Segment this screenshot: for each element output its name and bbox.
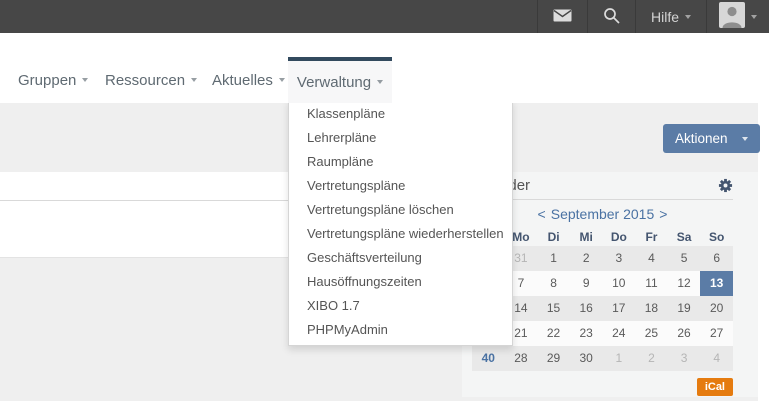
calendar-week-number: 40 [472,346,505,371]
mail-button[interactable] [537,0,587,33]
calendar-day[interactable]: 18 [635,296,668,321]
nav-item-gruppen[interactable]: Gruppen [18,70,88,90]
calendar-day[interactable]: 22 [537,321,570,346]
dropdown-item[interactable]: Geschäftsverteilung [289,246,512,270]
calendar-day[interactable]: 17 [603,296,636,321]
calendar-day[interactable]: 29 [537,346,570,371]
nav-item-label: Ressourcen [105,72,185,89]
user-avatar [719,2,745,31]
calendar-day[interactable]: 15 [537,296,570,321]
calendar-day[interactable]: 23 [570,321,603,346]
calendar-day[interactable]: 3 [668,346,701,371]
calendar-day[interactable]: 6 [700,246,733,271]
calendar-day[interactable]: 16 [570,296,603,321]
chevron-down-icon [685,15,691,19]
weekday-header: Do [603,228,636,246]
nav-item-verwaltung[interactable]: Verwaltung [288,57,392,103]
calendar-day[interactable]: 5 [668,246,701,271]
calendar-day[interactable]: 10 [603,271,636,296]
calendar-day[interactable]: 2 [635,346,668,371]
calendar-day[interactable]: 3 [603,246,636,271]
calendar-day[interactable]: 28 [505,346,538,371]
weekday-header: Mi [570,228,603,246]
help-menu[interactable]: Hilfe [635,0,706,33]
calendar-day[interactable]: 24 [603,321,636,346]
calendar-day[interactable]: 13 [700,271,733,296]
dropdown-item[interactable]: Raumpläne [289,150,512,174]
help-label: Hilfe [651,9,679,25]
weekday-header: Sa [668,228,701,246]
calendar-day[interactable]: 26 [668,321,701,346]
search-icon [603,7,620,27]
nav-item-label: Gruppen [18,72,76,89]
weekday-header: Di [537,228,570,246]
dropdown-item[interactable]: Hausöffnungszeiten [289,270,512,294]
dropdown-item[interactable]: PHPMyAdmin [289,318,512,342]
dropdown-item[interactable]: Vertretungspläne löschen [289,198,512,222]
prev-month-button[interactable]: < [538,206,546,222]
nav-item-label: Aktuelles [212,72,273,89]
aktionen-button[interactable]: Aktionen [663,124,760,153]
calendar-day[interactable]: 12 [668,271,701,296]
chevron-down-icon [191,78,197,82]
calendar-day[interactable]: 9 [570,271,603,296]
calendar-day[interactable]: 1 [603,346,636,371]
calendar-day[interactable]: 30 [570,346,603,371]
mail-icon [553,9,572,25]
chevron-down-icon [377,80,383,84]
verwaltung-dropdown: KlassenpläneLehrerpläneRaumpläneVertretu… [288,99,513,346]
calendar-day[interactable]: 2 [570,246,603,271]
ical-button[interactable]: iCal [697,378,733,396]
calendar-day[interactable]: 4 [635,246,668,271]
calendar-week-row: 402829301234 [472,346,733,371]
chevron-down-icon [751,15,757,19]
gear-icon[interactable] [718,178,733,193]
weekday-header: So [700,228,733,246]
calendar-day[interactable]: 8 [537,271,570,296]
calendar-day[interactable]: 25 [635,321,668,346]
user-menu[interactable] [706,0,769,33]
dropdown-item[interactable]: Lehrerpläne [289,126,512,150]
dropdown-item[interactable]: XIBO 1.7 [289,294,512,318]
chevron-down-icon [742,137,748,141]
calendar-day[interactable]: 1 [537,246,570,271]
nav-item-aktuelles[interactable]: Aktuelles [212,70,285,90]
dropdown-item[interactable]: Vertretungspläne [289,174,512,198]
chevron-down-icon [82,78,88,82]
month-label: September 2015 [551,206,655,222]
next-month-button[interactable]: > [659,206,667,222]
dropdown-item[interactable]: Vertretungspläne wiederherstellen [289,222,512,246]
calendar-day[interactable]: 20 [700,296,733,321]
calendar-day[interactable]: 4 [700,346,733,371]
main-nav: Gruppen Ressourcen Aktuelles Verwaltung [0,33,769,103]
weekday-header: Fr [635,228,668,246]
topbar: Hilfe [0,0,769,33]
calendar-day[interactable]: 19 [668,296,701,321]
nav-item-ressourcen[interactable]: Ressourcen [105,70,197,90]
calendar-day[interactable]: 27 [700,321,733,346]
calendar-footer: iCal [472,377,733,396]
nav-item-label: Verwaltung [297,74,371,91]
calendar-day[interactable]: 11 [635,271,668,296]
chevron-down-icon [279,78,285,82]
search-button[interactable] [587,0,635,33]
dropdown-item[interactable]: Klassenpläne [289,102,512,126]
aktionen-label: Aktionen [675,131,728,146]
page: Hilfe Gruppen Ressourcen Aktuelles Verwaltu… [0,0,769,401]
